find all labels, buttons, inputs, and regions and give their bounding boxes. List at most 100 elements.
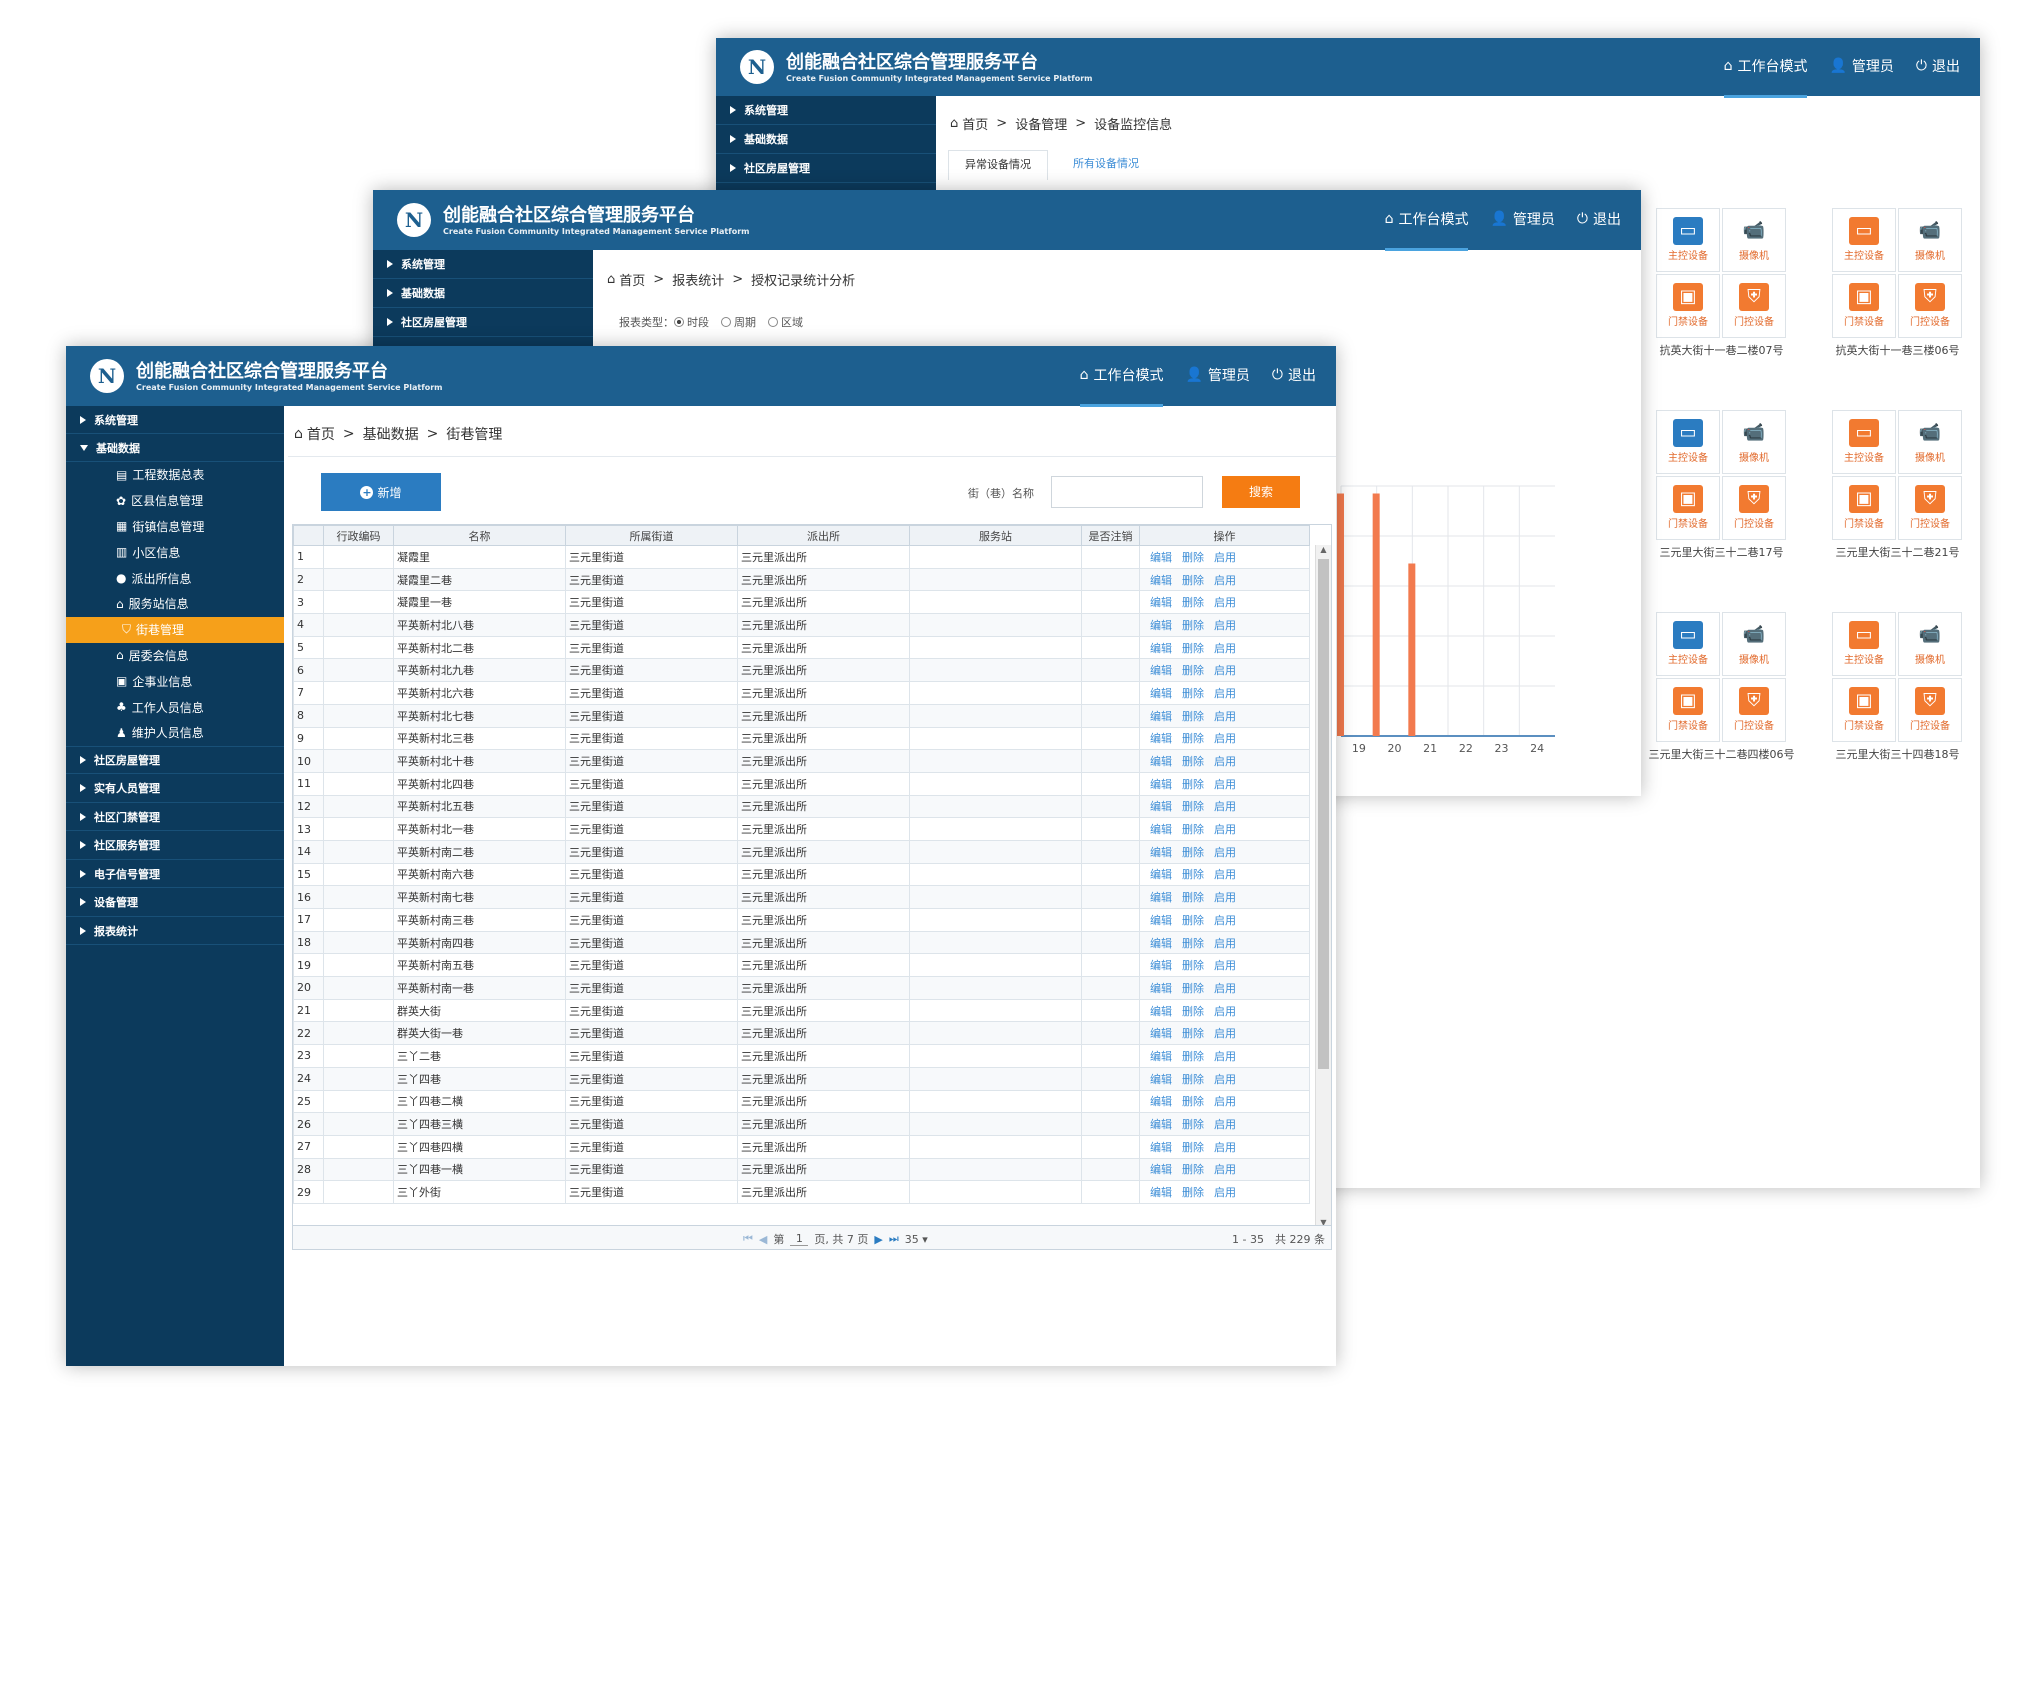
table-row[interactable]: 22 群英大街一巷 三元里街道 三元里派出所 编辑 删除 启用 (293, 1021, 1310, 1046)
delete-link[interactable]: 删除 (1182, 732, 1204, 745)
device-tile[interactable]: ⛨ 门控设备 (1722, 476, 1786, 540)
delete-link[interactable]: 删除 (1182, 868, 1204, 881)
enable-link[interactable]: 启用 (1214, 800, 1236, 813)
delete-link[interactable]: 删除 (1182, 1073, 1204, 1086)
table-row[interactable]: 16 平英新村南七巷 三元里街道 三元里派出所 编辑 删除 启用 (293, 885, 1310, 909)
enable-link[interactable]: 启用 (1214, 551, 1236, 564)
edit-link[interactable]: 编辑 (1150, 937, 1172, 950)
sidebar-item-system[interactable]: 系统管理 (373, 250, 593, 279)
delete-link[interactable]: 删除 (1182, 1005, 1204, 1018)
device-tile[interactable]: ▭ 主控设备 (1656, 410, 1720, 474)
workbench-link[interactable]: ⌂ 工作台模式 (1723, 56, 1807, 98)
sidebar-item-housing[interactable]: 社区房屋管理 (373, 308, 593, 337)
sidebar-sub-street[interactable]: ⛉ 街巷管理 (66, 616, 284, 643)
table-row[interactable]: 7 平英新村北六巷 三元里街道 三元里派出所 编辑 删除 启用 (293, 681, 1310, 705)
table-row[interactable]: 20 平英新村南一巷 三元里街道 三元里派出所 编辑 删除 启用 (293, 976, 1310, 1000)
enable-link[interactable]: 启用 (1214, 982, 1236, 995)
device-tile[interactable]: ▭ 主控设备 (1832, 410, 1896, 474)
enable-link[interactable]: 启用 (1214, 664, 1236, 677)
edit-link[interactable]: 编辑 (1150, 551, 1172, 564)
sidebar-item-basic-data[interactable]: 基础数据 (716, 125, 936, 154)
edit-link[interactable]: 编辑 (1150, 642, 1172, 655)
sidebar-item-devices[interactable]: 设备管理 (66, 888, 284, 917)
enable-link[interactable]: 启用 (1214, 891, 1236, 904)
enable-link[interactable]: 启用 (1214, 1095, 1236, 1108)
device-tile[interactable]: ▭ 主控设备 (1656, 612, 1720, 676)
delete-link[interactable]: 删除 (1182, 914, 1204, 927)
table-row[interactable]: 9 平英新村北三巷 三元里街道 三元里派出所 编辑 删除 启用 (293, 726, 1310, 751)
table-row[interactable]: 21 群英大街 三元里街道 三元里派出所 编辑 删除 启用 (293, 998, 1310, 1023)
table-row[interactable]: 12 平英新村北五巷 三元里街道 三元里派出所 编辑 删除 启用 (293, 794, 1310, 819)
delete-link[interactable]: 删除 (1182, 1141, 1204, 1154)
edit-link[interactable]: 编辑 (1150, 1005, 1172, 1018)
scroll-down-arrow-icon[interactable]: ▼ (1316, 1218, 1331, 1225)
workbench-link[interactable]: ⌂ 工作台模式 (1079, 365, 1163, 407)
table-row[interactable]: 28 三丫四巷一横 三元里街道 三元里派出所 编辑 删除 启用 (293, 1157, 1310, 1182)
enable-link[interactable]: 启用 (1214, 959, 1236, 972)
delete-link[interactable]: 删除 (1182, 891, 1204, 904)
device-tile[interactable]: 📹 摄像机 (1898, 612, 1962, 676)
enable-link[interactable]: 启用 (1214, 619, 1236, 632)
column-header[interactable]: 是否注销 (1081, 525, 1140, 546)
device-tile[interactable]: ⛨ 门控设备 (1898, 476, 1962, 540)
sidebar-item-community-service[interactable]: 社区服务管理 (66, 831, 284, 860)
edit-link[interactable]: 编辑 (1150, 914, 1172, 927)
table-row[interactable]: 23 三丫二巷 三元里街道 三元里派出所 编辑 删除 启用 (293, 1044, 1310, 1068)
table-row[interactable]: 24 三丫四巷 三元里街道 三元里派出所 编辑 删除 启用 (293, 1066, 1310, 1091)
table-row[interactable]: 2 凝霞里二巷 三元里街道 三元里派出所 编辑 删除 启用 (293, 567, 1310, 592)
delete-link[interactable]: 删除 (1182, 1095, 1204, 1108)
logout-link[interactable]: ⏻ 退出 (1916, 56, 1960, 76)
delete-link[interactable]: 删除 (1182, 959, 1204, 972)
enable-link[interactable]: 启用 (1214, 1163, 1236, 1176)
sidebar-sub-community[interactable]: ▥ 小区信息 (66, 539, 284, 565)
column-header[interactable]: 行政编码 (323, 525, 394, 546)
table-row[interactable]: 11 平英新村北四巷 三元里街道 三元里派出所 编辑 删除 启用 (293, 771, 1310, 796)
enable-link[interactable]: 启用 (1214, 1050, 1236, 1063)
device-tile[interactable]: 📹 摄像机 (1898, 410, 1962, 474)
scroll-up-arrow-icon[interactable]: ▲ (1316, 545, 1331, 554)
edit-link[interactable]: 编辑 (1150, 710, 1172, 723)
device-tile[interactable]: ⛨ 门控设备 (1722, 274, 1786, 338)
edit-link[interactable]: 编辑 (1150, 823, 1172, 836)
sidebar-sub-police[interactable]: ● 派出所信息 (66, 565, 284, 591)
device-tile[interactable]: ▣ 门禁设备 (1832, 476, 1896, 540)
enable-link[interactable]: 启用 (1214, 755, 1236, 768)
device-tile[interactable]: 📹 摄像机 (1898, 208, 1962, 272)
table-row[interactable]: 1 凝霞里 三元里街道 三元里派出所 编辑 删除 启用 (293, 545, 1310, 569)
device-tile[interactable]: ▭ 主控设备 (1832, 612, 1896, 676)
enable-link[interactable]: 启用 (1214, 1005, 1236, 1018)
edit-link[interactable]: 编辑 (1150, 596, 1172, 609)
delete-link[interactable]: 删除 (1182, 1050, 1204, 1063)
edit-link[interactable]: 编辑 (1150, 1027, 1172, 1040)
delete-link[interactable]: 删除 (1182, 1186, 1204, 1199)
device-tile[interactable]: ⛨ 门控设备 (1898, 274, 1962, 338)
column-header[interactable] (293, 525, 324, 546)
first-page-icon[interactable]: ⏮ (743, 1232, 753, 1246)
delete-link[interactable]: 删除 (1182, 846, 1204, 859)
sidebar-item-system[interactable]: 系统管理 (66, 406, 284, 434)
enable-link[interactable]: 启用 (1214, 868, 1236, 881)
column-header[interactable]: 服务站 (909, 525, 1082, 546)
enable-link[interactable]: 启用 (1214, 823, 1236, 836)
table-row[interactable]: 4 平英新村北八巷 三元里街道 三元里派出所 编辑 删除 启用 (293, 613, 1310, 637)
admin-link[interactable]: 👤 管理员 (1185, 365, 1249, 385)
delete-link[interactable]: 删除 (1182, 778, 1204, 791)
column-header[interactable]: 派出所 (737, 525, 910, 546)
sidebar-item-basic-data[interactable]: 基础数据 (66, 434, 284, 462)
edit-link[interactable]: 编辑 (1150, 755, 1172, 768)
delete-link[interactable]: 删除 (1182, 1118, 1204, 1131)
sidebar-sub-town[interactable]: ▦ 街镇信息管理 (66, 514, 284, 540)
enable-link[interactable]: 启用 (1214, 1186, 1236, 1199)
delete-link[interactable]: 删除 (1182, 551, 1204, 564)
table-row[interactable]: 5 平英新村北二巷 三元里街道 三元里派出所 编辑 删除 启用 (293, 635, 1310, 660)
device-tile[interactable]: ⛨ 门控设备 (1898, 678, 1962, 742)
logout-link[interactable]: ⏻ 退出 (1272, 365, 1316, 385)
sidebar-item-housing[interactable]: 社区房屋管理 (716, 154, 936, 183)
edit-link[interactable]: 编辑 (1150, 574, 1172, 587)
table-row[interactable]: 6 平英新村北九巷 三元里街道 三元里派出所 编辑 删除 启用 (293, 658, 1310, 683)
device-tile[interactable]: ▣ 门禁设备 (1832, 274, 1896, 338)
enable-link[interactable]: 启用 (1214, 1027, 1236, 1040)
delete-link[interactable]: 删除 (1182, 800, 1204, 813)
sidebar-sub-committee[interactable]: ⌂ 居委会信息 (66, 643, 284, 669)
table-row[interactable]: 19 平英新村南五巷 三元里街道 三元里派出所 编辑 删除 启用 (293, 953, 1310, 978)
